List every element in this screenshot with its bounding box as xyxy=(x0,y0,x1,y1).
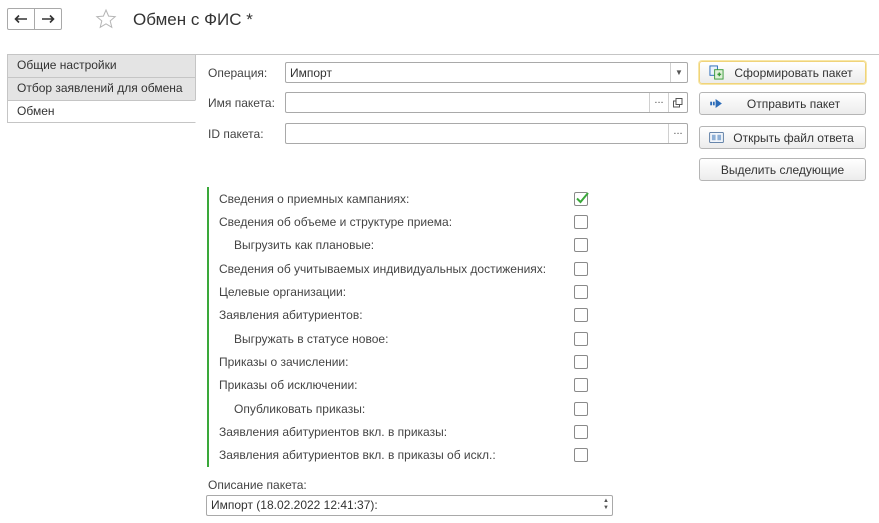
checkbox[interactable] xyxy=(574,355,588,369)
create-package-label: Сформировать пакет xyxy=(734,65,853,80)
checkbox-label: Опубликовать приказы: xyxy=(234,402,366,416)
operation-select[interactable]: Импорт ▼ xyxy=(285,62,688,83)
checkbox-label: Заявления абитуриентов вкл. в приказы: xyxy=(219,425,448,439)
arrow-left-icon xyxy=(14,14,27,24)
arrow-right-icon xyxy=(42,14,55,24)
description-label: Описание пакета: xyxy=(208,478,307,492)
forward-button[interactable] xyxy=(34,8,62,30)
tab-list: Общие настройки Отбор заявлений для обме… xyxy=(7,54,196,123)
checkbox-label: Сведения о приемных кампаниях: xyxy=(219,192,410,206)
tabs-divider xyxy=(196,54,879,55)
checkbox-label: Выгрузить как плановые: xyxy=(234,238,375,252)
file-open-icon xyxy=(704,132,728,143)
dropdown-arrow-icon[interactable]: ▼ xyxy=(670,63,687,82)
description-value: Импорт (18.02.2022 12:41:37): xyxy=(211,498,378,512)
package-name-field[interactable]: ... xyxy=(285,92,688,113)
checkbox[interactable] xyxy=(574,332,588,346)
checkbox-label: Выгружать в статусе новое: xyxy=(234,332,389,346)
select-next-button[interactable]: Выделить следующие xyxy=(699,158,866,181)
checkbox-label: Заявления абитуриентов вкл. в приказы об… xyxy=(219,448,496,462)
checkbox[interactable] xyxy=(574,402,588,416)
spin-arrows-icon[interactable]: ▲ ▼ xyxy=(602,498,610,513)
open-icon[interactable] xyxy=(668,93,687,112)
checkbox-label: Приказы о зачислении: xyxy=(219,355,349,369)
checkbox[interactable] xyxy=(574,378,588,392)
create-package-button[interactable]: Сформировать пакет xyxy=(699,61,866,84)
checkbox[interactable] xyxy=(574,192,589,206)
send-arrow-icon xyxy=(704,99,728,108)
checkmark-icon xyxy=(576,192,589,204)
group-indicator xyxy=(207,187,209,467)
checkbox[interactable] xyxy=(574,215,588,229)
select-button[interactable]: ... xyxy=(668,124,687,143)
favorite-star-icon[interactable] xyxy=(95,8,117,30)
checkbox[interactable] xyxy=(574,285,588,299)
package-id-label: ID пакета: xyxy=(208,127,264,141)
package-id-field[interactable]: ... xyxy=(285,123,688,144)
tab-general-settings[interactable]: Общие настройки xyxy=(7,54,196,77)
open-response-label: Открыть файл ответа xyxy=(733,130,854,145)
checkbox-label: Сведения об объеме и структуре приема: xyxy=(219,215,453,229)
page-title: Обмен с ФИС * xyxy=(133,10,253,29)
back-button[interactable] xyxy=(7,8,35,30)
open-response-button[interactable]: Открыть файл ответа xyxy=(699,126,866,149)
send-package-button[interactable]: Отправить пакет xyxy=(699,92,866,115)
tab-applications-filter[interactable]: Отбор заявлений для обмена xyxy=(7,77,196,100)
create-package-icon xyxy=(704,65,728,80)
checkbox[interactable] xyxy=(574,425,588,439)
operation-label: Операция: xyxy=(208,66,268,80)
package-name-label: Имя пакета: xyxy=(208,96,275,110)
checkbox-label: Целевые организации: xyxy=(219,285,347,299)
checkbox-label: Сведения об учитываемых индивидуальных д… xyxy=(219,262,547,276)
checkbox[interactable] xyxy=(574,238,588,252)
checkbox-label: Приказы об исключении: xyxy=(219,378,358,392)
checkbox[interactable] xyxy=(574,308,588,322)
checkbox-label: Заявления абитуриентов: xyxy=(219,308,363,322)
select-next-label: Выделить следующие xyxy=(720,162,845,177)
checkbox[interactable] xyxy=(574,262,588,276)
operation-value: Импорт xyxy=(290,66,332,80)
send-package-label: Отправить пакет xyxy=(746,96,841,111)
description-field[interactable]: Импорт (18.02.2022 12:41:37): ▲ ▼ xyxy=(206,495,613,516)
checkbox[interactable] xyxy=(574,448,588,462)
select-button[interactable]: ... xyxy=(649,93,668,112)
tab-exchange[interactable]: Обмен xyxy=(7,100,196,123)
